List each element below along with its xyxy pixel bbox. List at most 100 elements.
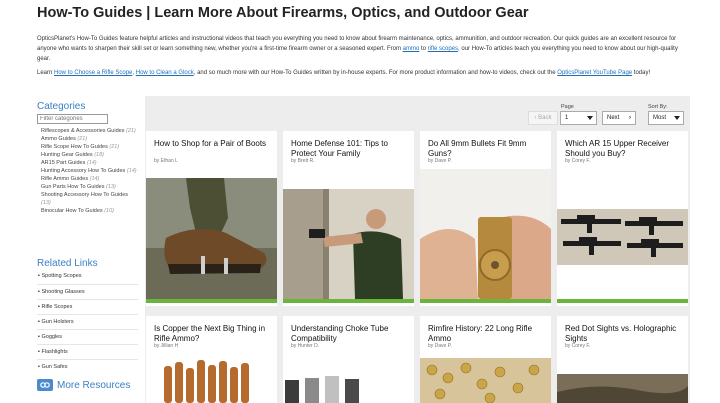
article-grid: Page Sort By: ‹ Back 1 Next › Most How t… bbox=[145, 96, 690, 403]
article-card[interactable]: Do All 9mm Bullets Fit 9mm Guns? by Dave… bbox=[420, 131, 551, 306]
clean-glock-link[interactable]: How to Clean a Glock bbox=[136, 70, 194, 76]
category-name: Binocular How To Guides bbox=[41, 208, 103, 214]
article-image[interactable] bbox=[420, 358, 551, 403]
intro-paragraph-2: Learn How to Choose a Rifle Scope, How t… bbox=[37, 68, 687, 78]
article-title[interactable]: Is Copper the Next Big Thing in Rifle Am… bbox=[154, 324, 272, 344]
article-card[interactable]: Understanding Choke Tube Compatibility b… bbox=[283, 316, 414, 403]
article-card[interactable]: How to Shop for a Pair of Boots by Ethan… bbox=[146, 131, 277, 306]
article-card[interactable]: Which AR 15 Upper Receiver Should you Bu… bbox=[557, 131, 688, 306]
article-author: by Dave P. bbox=[428, 343, 452, 349]
related-link[interactable]: ▪ Flashlights bbox=[37, 344, 138, 359]
category-count: (18) bbox=[94, 152, 104, 158]
page-select[interactable]: 1 bbox=[560, 111, 597, 125]
related-link-label: Flashlights bbox=[41, 349, 68, 355]
related-link-label: Goggles bbox=[41, 334, 62, 340]
category-count: (14) bbox=[86, 160, 97, 166]
article-card[interactable]: Red Dot Sights vs. Holographic Sights by… bbox=[557, 316, 688, 403]
next-label: Next bbox=[607, 115, 620, 121]
category-count: (21) bbox=[109, 144, 120, 150]
category-item[interactable]: Binocular How To Guides (10) bbox=[37, 207, 138, 215]
sidebar: Categories Riflescopes & Accessories Gui… bbox=[37, 101, 138, 391]
category-item[interactable]: Riflescopes & Accessories Guides (21) bbox=[37, 127, 138, 135]
category-item[interactable]: Rifle Scope How To Guides (21) bbox=[37, 143, 138, 151]
intro-text: today! bbox=[632, 70, 651, 76]
category-name: Gun Parts How To Guides bbox=[41, 184, 105, 190]
page-title: How-To Guides | Learn More About Firearm… bbox=[37, 5, 529, 21]
category-list: Riflescopes & Accessories Guides (21) Am… bbox=[37, 127, 138, 250]
related-link[interactable]: ▪ Goggles bbox=[37, 329, 138, 344]
category-count: (21) bbox=[77, 136, 88, 142]
accent-bar bbox=[146, 299, 277, 303]
sort-select[interactable]: Most bbox=[648, 111, 684, 125]
article-author: by Corey F. bbox=[565, 343, 591, 349]
article-author: by Ethan L bbox=[154, 158, 178, 164]
related-link[interactable]: ▪ Gun Safes bbox=[37, 359, 138, 374]
chevron-left-icon: ‹ bbox=[534, 115, 537, 121]
category-name: Riflescopes & Accessories Guides bbox=[41, 128, 125, 134]
chevron-down-icon bbox=[587, 116, 593, 120]
article-card[interactable]: Home Defense 101: Tips to Protect Your F… bbox=[283, 131, 414, 306]
category-count: (21) bbox=[126, 128, 136, 134]
category-name: Shooting Accessory How To Guides bbox=[41, 192, 129, 198]
accent-bar bbox=[557, 299, 688, 303]
article-card[interactable]: Rimfire History: 22 Long Rifle Ammo by D… bbox=[420, 316, 551, 403]
category-item[interactable]: Gun Parts How To Guides (13) bbox=[37, 183, 138, 191]
category-item[interactable]: AR15 Part Guides (14) bbox=[37, 159, 138, 167]
article-image[interactable] bbox=[420, 169, 551, 299]
related-link-label: Spotting Scopes bbox=[41, 273, 82, 279]
category-item[interactable]: Hunting Gear Guides (18) bbox=[37, 151, 138, 159]
related-link-label: Rifle Scopes bbox=[41, 304, 73, 310]
article-image[interactable] bbox=[557, 209, 688, 265]
related-links-heading: Related Links bbox=[37, 258, 98, 269]
rifle-scopes-link[interactable]: rifle scopes bbox=[428, 46, 458, 52]
article-image[interactable] bbox=[283, 374, 414, 403]
article-author: by Jillian H bbox=[154, 343, 179, 349]
related-link-label: Shooting Glasses bbox=[41, 289, 85, 295]
article-title[interactable]: Which AR 15 Upper Receiver Should you Bu… bbox=[565, 139, 683, 159]
intro-text: , and so much more with our How-To Guide… bbox=[193, 70, 558, 76]
related-link[interactable]: ▪ Gun Holsters bbox=[37, 314, 138, 329]
article-title[interactable]: Understanding Choke Tube Compatibility bbox=[291, 324, 409, 344]
article-author: by Hunter D. bbox=[291, 343, 320, 349]
article-image[interactable] bbox=[557, 374, 688, 403]
article-image[interactable] bbox=[283, 189, 414, 299]
article-image[interactable] bbox=[146, 358, 277, 403]
next-button[interactable]: Next › bbox=[602, 111, 636, 125]
back-button[interactable]: ‹ Back bbox=[528, 111, 558, 125]
category-name: Rifle Ammo Guides bbox=[41, 176, 89, 182]
related-links-list: ▪ Spotting Scopes ▪ Shooting Glasses ▪ R… bbox=[37, 269, 138, 374]
page-label: Page bbox=[561, 104, 574, 110]
more-resources[interactable]: More Resources bbox=[37, 379, 138, 391]
sort-value: Most bbox=[653, 115, 667, 121]
article-image[interactable] bbox=[146, 178, 277, 299]
article-title[interactable]: How to Shop for a Pair of Boots bbox=[154, 139, 272, 149]
category-count: (13) bbox=[41, 200, 51, 206]
category-item[interactable]: Hunting Accessory How To Guides (14) bbox=[37, 167, 138, 175]
related-link[interactable]: ▪ Shooting Glasses bbox=[37, 284, 138, 299]
youtube-page-link[interactable]: OpticsPlanet YouTube Page bbox=[557, 70, 632, 76]
article-title[interactable]: Home Defense 101: Tips to Protect Your F… bbox=[291, 139, 409, 159]
category-count: (13) bbox=[106, 184, 116, 190]
article-author: by Dave P. bbox=[428, 158, 452, 164]
article-title[interactable]: Red Dot Sights vs. Holographic Sights bbox=[565, 324, 683, 344]
article-author: by Brett R. bbox=[291, 158, 315, 164]
accent-bar bbox=[420, 299, 551, 303]
related-link-label: Gun Safes bbox=[41, 364, 68, 370]
choose-rifle-scope-link[interactable]: How to Choose a Rifle Scope bbox=[54, 70, 132, 76]
article-title[interactable]: Do All 9mm Bullets Fit 9mm Guns? bbox=[428, 139, 546, 159]
article-card[interactable]: Is Copper the Next Big Thing in Rifle Am… bbox=[146, 316, 277, 403]
category-item[interactable]: Shooting Accessory How To Guides (13) bbox=[37, 191, 138, 207]
ammo-link[interactable]: ammo bbox=[403, 46, 420, 52]
related-link[interactable]: ▪ Spotting Scopes bbox=[37, 269, 138, 284]
category-count: (10) bbox=[104, 208, 114, 214]
sort-label: Sort By: bbox=[648, 104, 668, 110]
related-link[interactable]: ▪ Rifle Scopes bbox=[37, 299, 138, 314]
intro-paragraph: OpticsPlanet's How-To Guides feature hel… bbox=[37, 34, 687, 64]
chevron-down-icon bbox=[674, 116, 680, 120]
article-title[interactable]: Rimfire History: 22 Long Rifle Ammo bbox=[428, 324, 546, 344]
category-count: (14) bbox=[89, 176, 100, 182]
filter-categories-input[interactable] bbox=[37, 114, 108, 124]
more-resources-label: More Resources bbox=[57, 379, 131, 391]
category-item[interactable]: Ammo Guides (21) bbox=[37, 135, 138, 143]
category-item[interactable]: Rifle Ammo Guides (14) bbox=[37, 175, 138, 183]
